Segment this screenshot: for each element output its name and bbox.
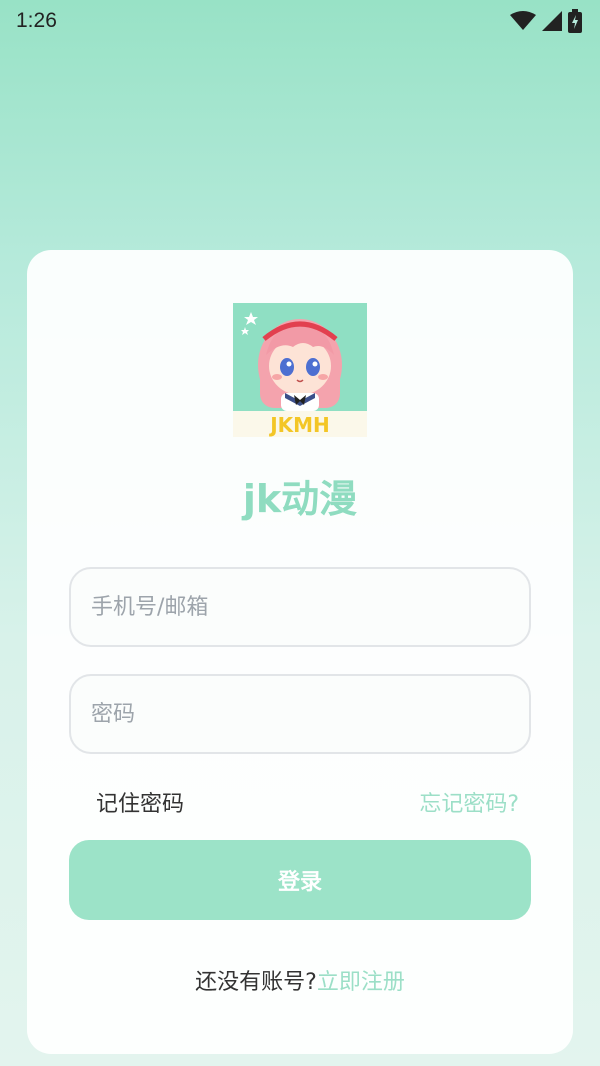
wifi-icon [510, 11, 536, 30]
signup-link[interactable]: 立即注册 [317, 970, 405, 995]
app-logo: JKMH [233, 303, 367, 437]
password-input[interactable] [71, 676, 529, 752]
forgot-password-link[interactable]: 忘记密码? [419, 786, 519, 818]
remember-password-toggle[interactable]: 记住密码 [96, 786, 184, 818]
status-icons [510, 9, 582, 33]
username-input[interactable] [71, 569, 529, 645]
signup-row: 还没有账号?立即注册 [27, 964, 573, 996]
svg-text:JKMH: JKMH [268, 413, 330, 437]
status-bar: 1:26 [0, 0, 600, 42]
cell-signal-icon [542, 11, 562, 31]
username-field-container [69, 567, 531, 647]
signup-prompt: 还没有账号? [195, 970, 317, 995]
login-card: JKMH jk动漫 记住密码 忘记密码? 登录 还没有账号?立即注册 [27, 250, 573, 1054]
password-field-container [69, 674, 531, 754]
login-button[interactable]: 登录 [69, 840, 531, 920]
battery-charging-icon [568, 9, 582, 33]
app-title: jk动漫 [242, 477, 358, 521]
status-time: 1:26 [16, 9, 57, 32]
